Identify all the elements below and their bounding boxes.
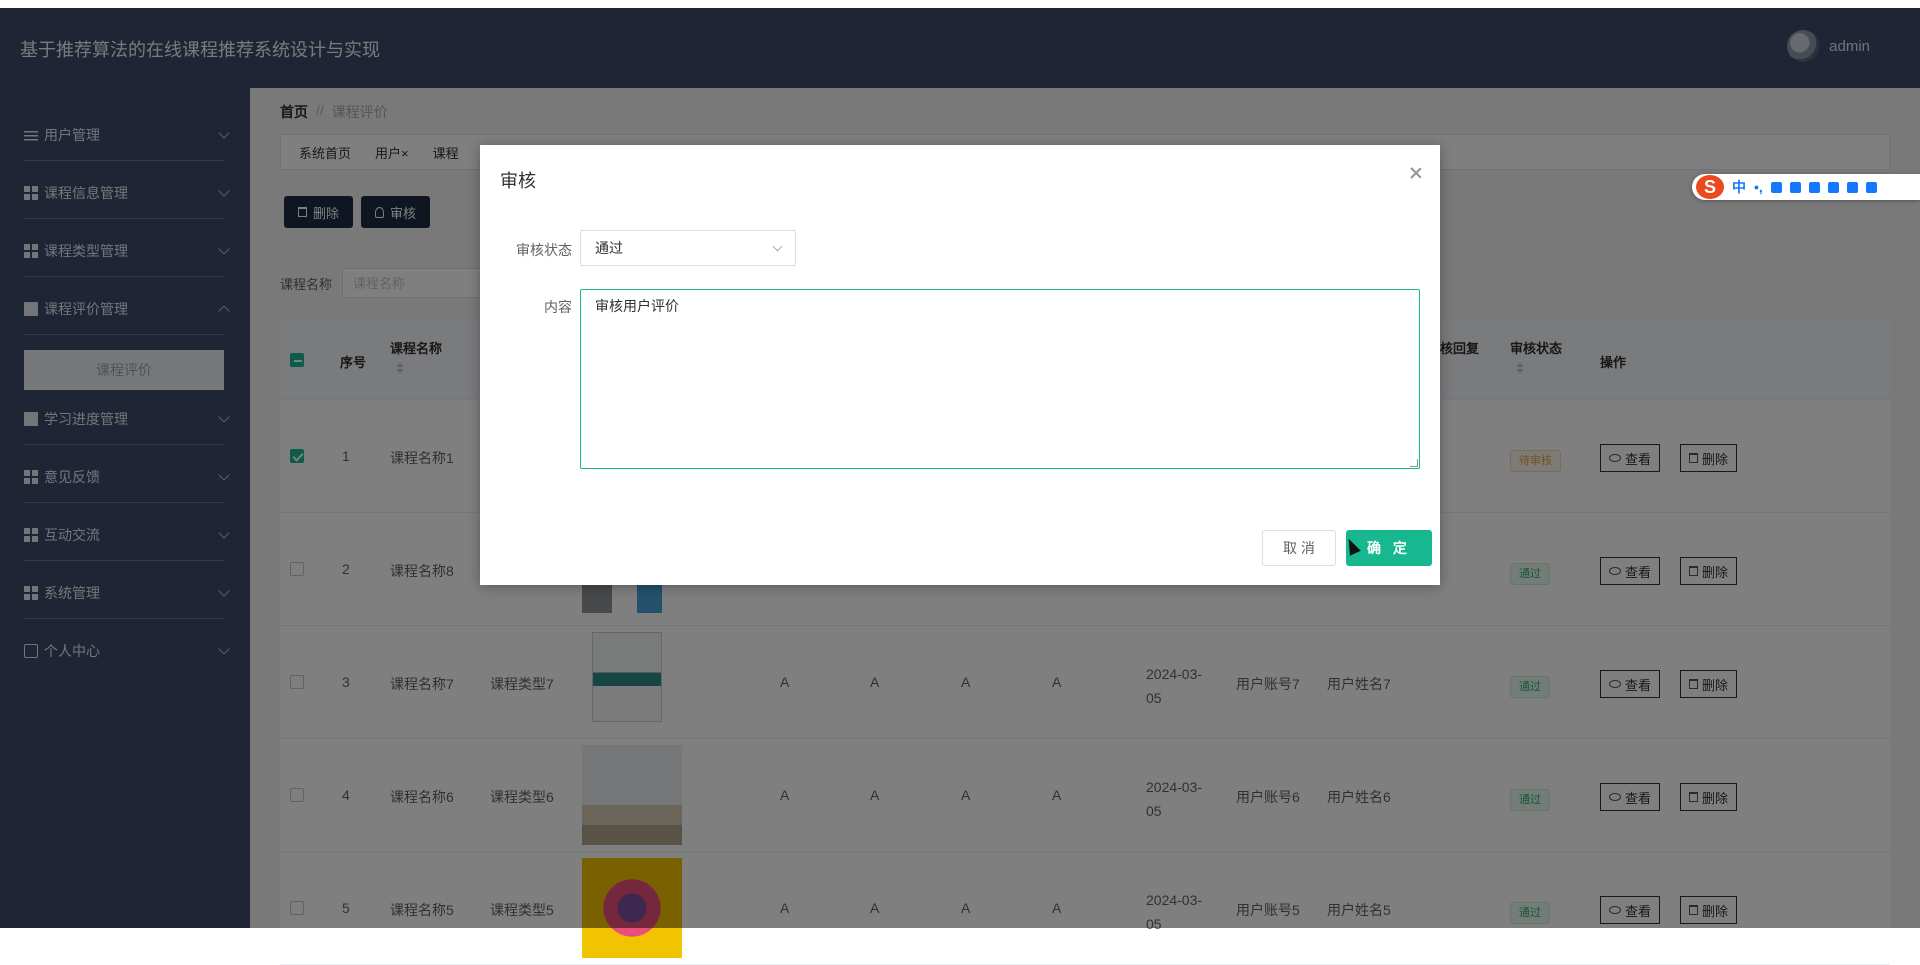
chevron-down-icon bbox=[772, 241, 783, 252]
cancel-button[interactable]: 取 消 bbox=[1262, 530, 1336, 566]
skin-icon[interactable] bbox=[1808, 181, 1820, 193]
ime-mode-toggle[interactable]: 中 bbox=[1732, 177, 1746, 197]
app-root: 基于推荐算法的在线课程推荐系统设计与实现 admin 用户管理 课程信息管理 课… bbox=[0, 8, 1920, 965]
ime-punct-toggle[interactable]: •, bbox=[1754, 179, 1763, 195]
dialog-title: 审核 bbox=[500, 171, 536, 191]
keyboard-icon[interactable] bbox=[1789, 181, 1801, 193]
audit-status-select[interactable]: 通过 bbox=[580, 230, 796, 266]
content-field-label: 内容 bbox=[544, 299, 572, 315]
ime-toolbar: S 中 •, bbox=[1692, 174, 1920, 200]
audit-status-value: 通过 bbox=[595, 240, 623, 256]
resize-handle-icon[interactable] bbox=[1410, 459, 1418, 467]
apps-icon[interactable] bbox=[1846, 181, 1858, 193]
settings-icon[interactable] bbox=[1865, 181, 1877, 193]
content-textarea[interactable]: 审核用户评价 bbox=[580, 289, 1420, 469]
gamepad-icon[interactable] bbox=[1827, 181, 1839, 193]
close-icon[interactable] bbox=[1408, 165, 1424, 181]
audit-dialog: 审核 审核状态 通过 内容 审核用户评价 取 消 确 定 bbox=[480, 145, 1440, 585]
sogou-logo-icon[interactable]: S bbox=[1696, 175, 1724, 199]
status-field-label: 审核状态 bbox=[516, 242, 572, 258]
microphone-icon[interactable] bbox=[1770, 181, 1782, 193]
